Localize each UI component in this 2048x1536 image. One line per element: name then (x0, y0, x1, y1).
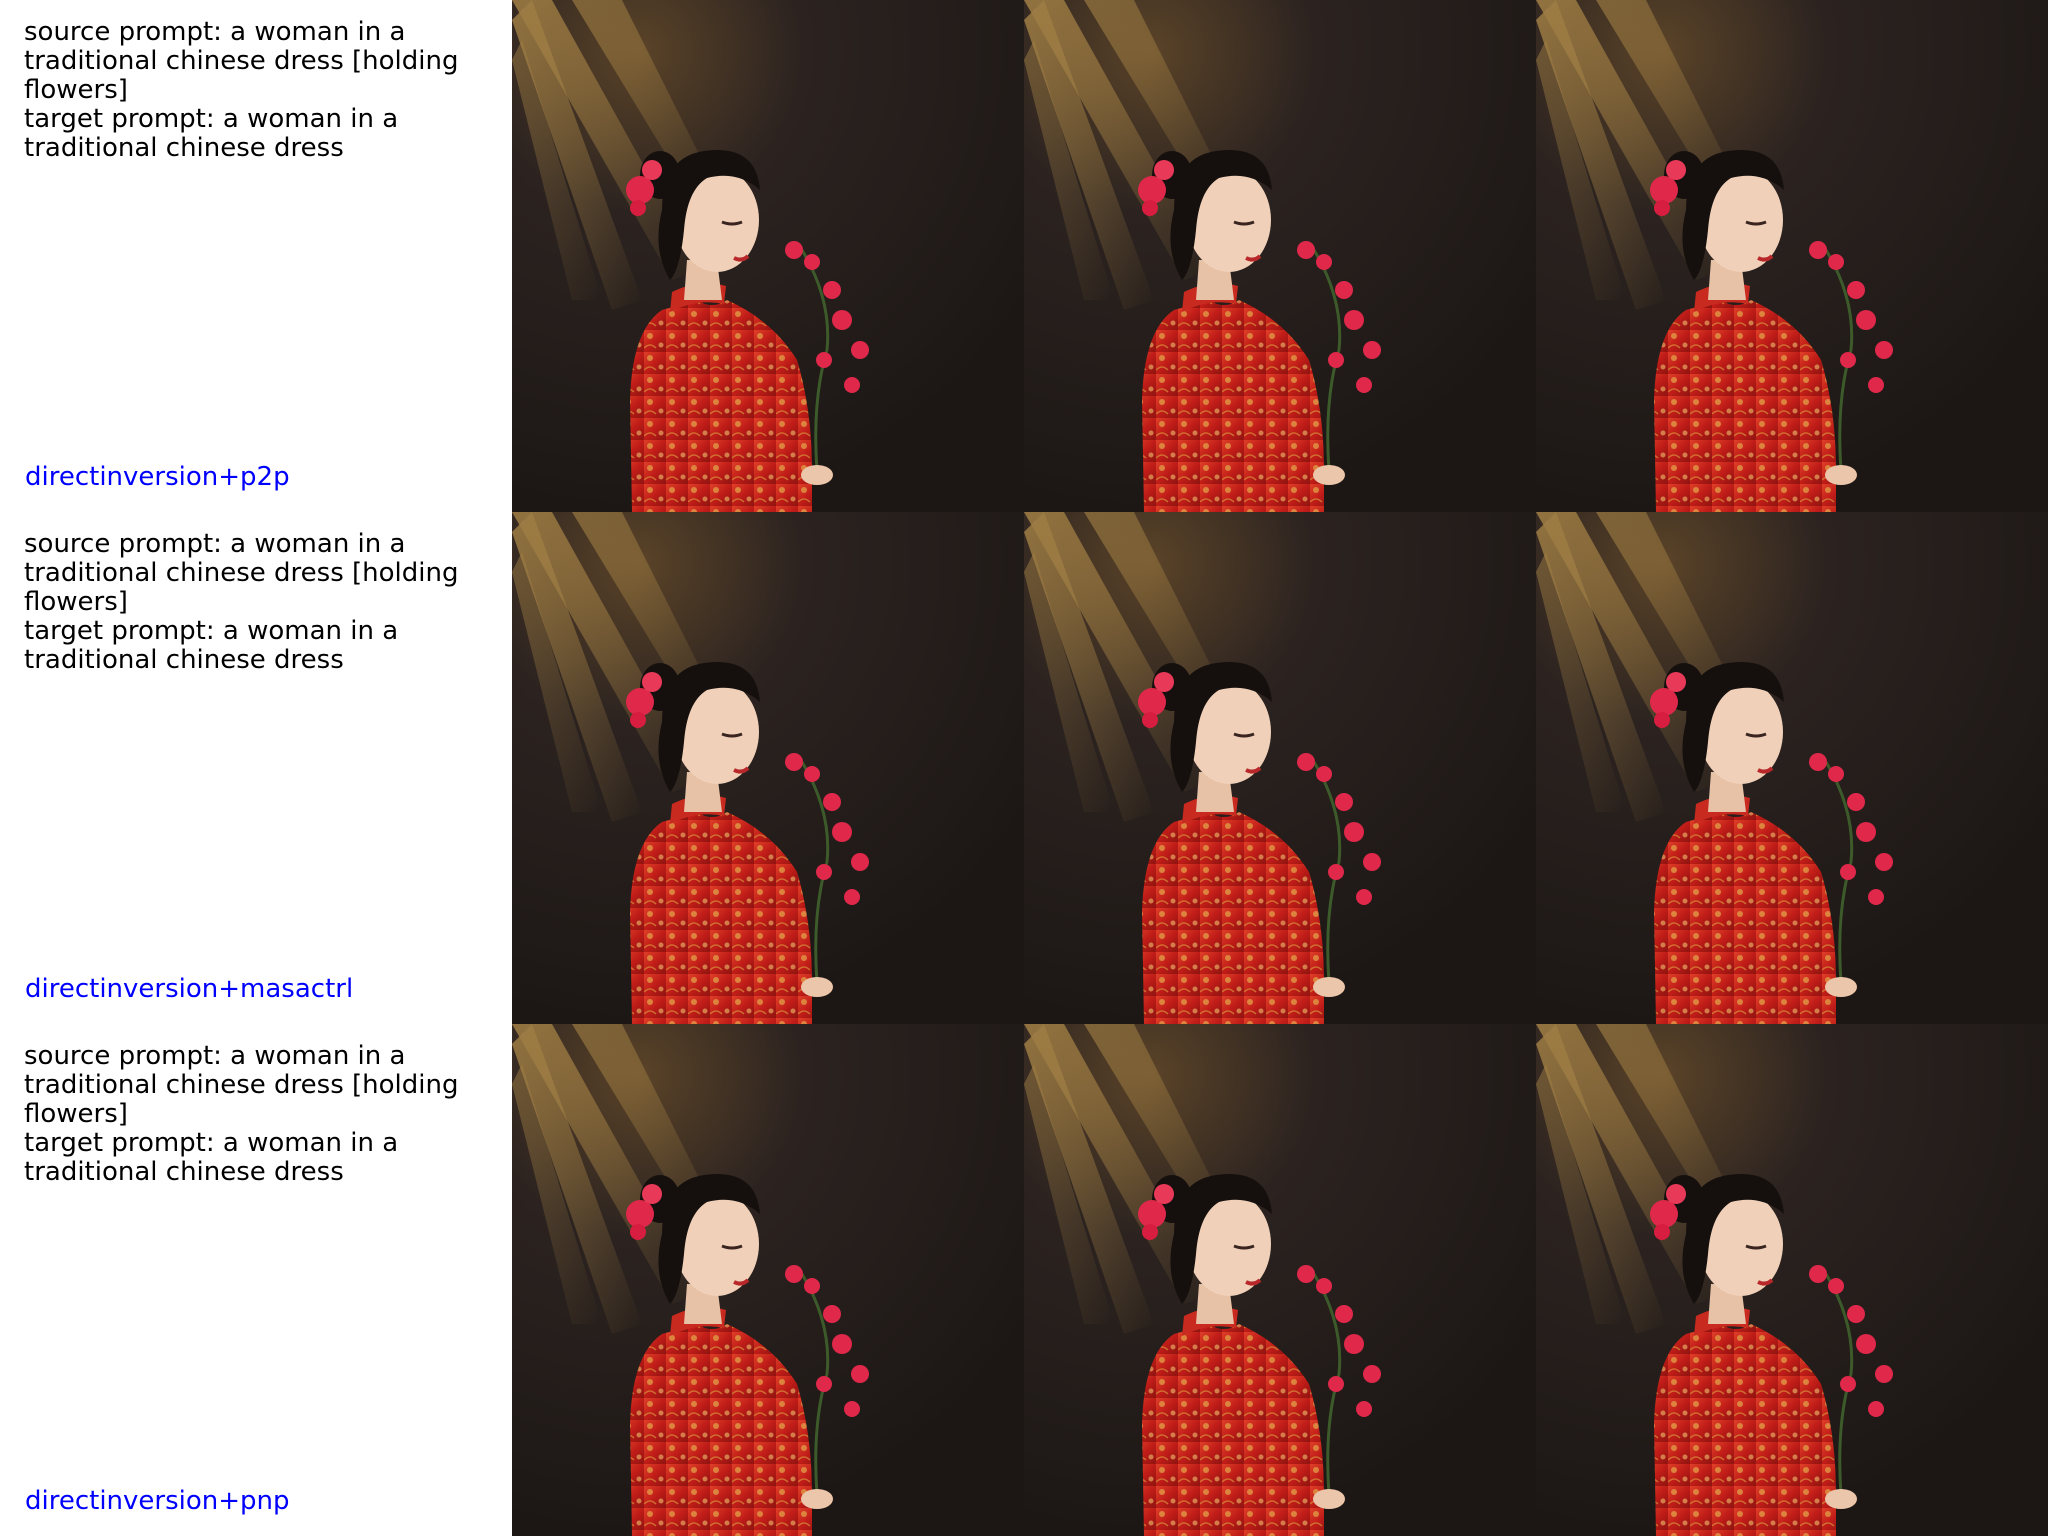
prompt-text: source prompt: a woman in a traditional … (24, 17, 459, 163)
prompt-text: source prompt: a woman in a traditional … (24, 529, 459, 675)
photo-woman-chinese-dress (512, 512, 1024, 1024)
reconstruction-image (1024, 1024, 1536, 1536)
source-image (512, 0, 1024, 512)
method-label: directinversion+pnp (25, 1486, 290, 1516)
result-row-masactrl: source prompt: a woman in a traditional … (0, 512, 2048, 1024)
reconstruction-image (1024, 512, 1536, 1024)
edited-image (1536, 512, 2048, 1024)
photo-woman-chinese-dress (512, 0, 1024, 512)
photo-woman-chinese-dress (1024, 1024, 1536, 1536)
photo-woman-chinese-dress (1536, 1024, 2048, 1536)
photo-woman-chinese-dress (1024, 0, 1536, 512)
row-label-cell: source prompt: a woman in a traditional … (0, 512, 512, 1024)
prompt-text: source prompt: a woman in a traditional … (24, 1041, 459, 1187)
photo-woman-chinese-dress (1536, 512, 2048, 1024)
photo-woman-chinese-dress (512, 1024, 1024, 1536)
reconstruction-image (1024, 0, 1536, 512)
row-label-cell: source prompt: a woman in a traditional … (0, 0, 512, 512)
comparison-grid: source prompt: a woman in a traditional … (0, 0, 2048, 1536)
edited-image (1536, 0, 2048, 512)
row-label-cell: source prompt: a woman in a traditional … (0, 1024, 512, 1536)
edited-image (1536, 1024, 2048, 1536)
photo-woman-chinese-dress (1536, 0, 2048, 512)
source-image (512, 512, 1024, 1024)
photo-woman-chinese-dress (1024, 512, 1536, 1024)
method-label: directinversion+p2p (25, 462, 290, 492)
source-image (512, 1024, 1024, 1536)
result-row-p2p: source prompt: a woman in a traditional … (0, 0, 2048, 512)
result-row-pnp: source prompt: a woman in a traditional … (0, 1024, 2048, 1536)
method-label: directinversion+masactrl (25, 974, 354, 1004)
